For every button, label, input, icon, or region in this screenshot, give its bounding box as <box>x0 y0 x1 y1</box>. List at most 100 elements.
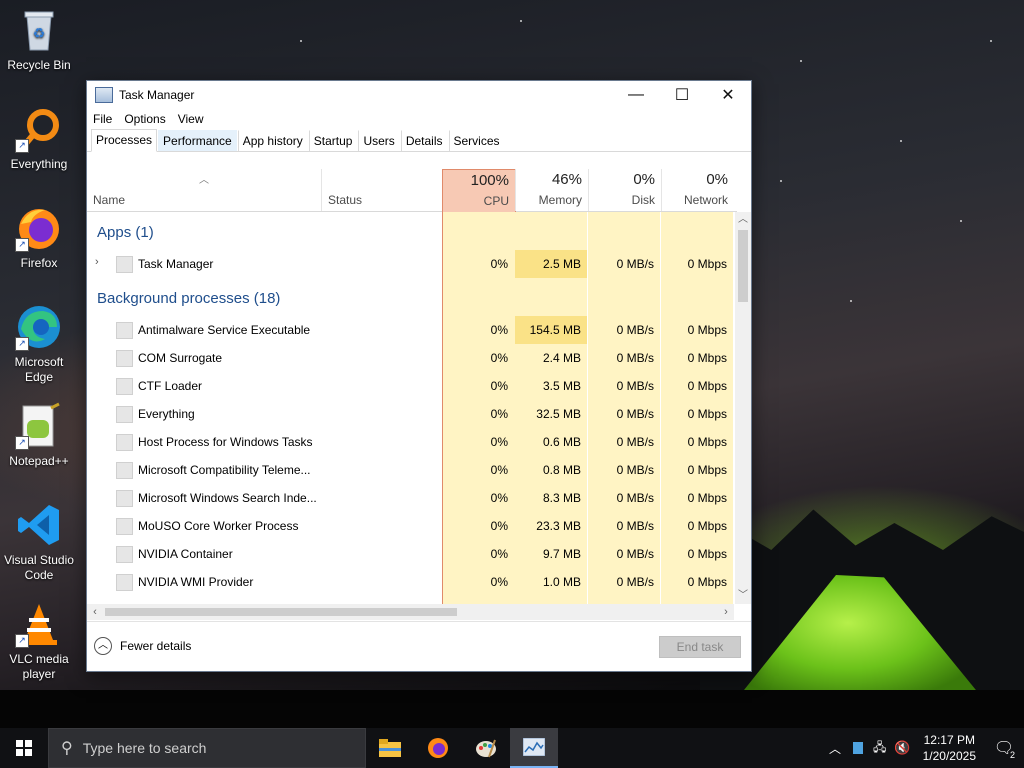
scrollbar-thumb[interactable] <box>738 230 748 302</box>
taskbar-firefox[interactable] <box>414 728 462 768</box>
taskbar-search-box[interactable]: ⚲ Type here to search <box>48 728 366 768</box>
scrollbar-thumb[interactable] <box>105 608 457 616</box>
end-task-button[interactable]: End task <box>659 636 741 658</box>
cpu-value: 0% <box>490 575 508 589</box>
group-header-apps[interactable]: Apps (1) <box>97 224 154 241</box>
cpu-value: 0% <box>490 351 508 365</box>
table-row[interactable]: Microsoft Compatibility Teleme... 0% 0.8 M… <box>87 456 734 484</box>
notepadpp-icon: ↗ <box>15 402 63 450</box>
shortcut-arrow-icon: ↗ <box>15 634 29 648</box>
fewer-details-button[interactable]: ︿ Fewer details <box>94 637 191 655</box>
network-value: 0 Mbps <box>687 379 727 393</box>
process-list: Apps (1) › Task Manager 0% 2.5 MB 0 MB/s… <box>87 212 734 604</box>
table-row[interactable]: Host Process for Windows Tasks 0% 0.6 MB 0 … <box>87 428 734 456</box>
show-hidden-icons-chevron-icon[interactable]: ︿ <box>829 740 841 757</box>
svg-text:♻: ♻ <box>33 25 46 41</box>
column-header-network[interactable]: 0% Network <box>661 169 734 211</box>
memory-value: 1.0 MB <box>542 575 581 589</box>
folder-icon <box>379 739 401 757</box>
network-value: 0 Mbps <box>687 435 727 449</box>
maximize-button[interactable]: ☐ <box>659 81 705 109</box>
network-value: 0 Mbps <box>687 491 727 505</box>
tray-app-icon[interactable] <box>853 742 864 754</box>
column-header-memory[interactable]: 46% Memory <box>515 169 588 211</box>
scroll-left-icon[interactable]: ‹ <box>87 604 103 620</box>
memory-value: 2.4 MB <box>542 351 581 365</box>
table-row[interactable]: Microsoft Windows Search Inde... 0% 8.3 MB… <box>87 484 734 512</box>
taskbar-task-manager[interactable] <box>510 728 558 768</box>
desktop-icon-vlc[interactable]: ↗ VLC media player <box>1 600 77 682</box>
desktop-icon-label: Everything <box>10 157 68 171</box>
table-row[interactable]: Antimalware Service Executable 0% 154.5 MB… <box>87 316 734 344</box>
desktop-icon-firefox[interactable]: ↗ Firefox <box>1 204 77 271</box>
table-row[interactable]: NVIDIA Container 0% 9.7 MB 0 MB/s 0 Mbps <box>87 540 734 568</box>
desktop-icon-label: Recycle Bin <box>7 58 71 72</box>
tab-users[interactable]: Users <box>358 130 400 151</box>
tab-performance[interactable]: Performance <box>158 130 237 151</box>
taskbar-file-explorer[interactable] <box>366 728 414 768</box>
memory-value: 8.3 MB <box>542 491 581 505</box>
column-label: CPU <box>483 194 509 208</box>
network-value: 0 Mbps <box>687 547 727 561</box>
scroll-right-icon[interactable]: › <box>718 604 734 620</box>
everything-search-icon: ↗ <box>15 105 63 153</box>
tab-services[interactable]: Services <box>448 130 505 151</box>
column-header-status[interactable]: Status <box>321 169 442 211</box>
tab-strip: Processes Performance App history Startu… <box>87 129 751 152</box>
start-button[interactable] <box>0 728 48 768</box>
volume-muted-icon[interactable]: 🔇 <box>894 740 910 756</box>
memory-value: 2.5 MB <box>542 257 581 271</box>
expand-chevron-icon[interactable]: › <box>95 256 99 268</box>
close-button[interactable]: ✕ <box>705 81 751 109</box>
menu-file[interactable]: File <box>93 112 112 126</box>
menu-view[interactable]: View <box>178 112 204 126</box>
scroll-down-icon[interactable]: ﹀ <box>735 588 751 604</box>
disk-value: 0 MB/s <box>616 575 654 589</box>
title-bar[interactable]: Task Manager — ☐ ✕ <box>87 81 751 109</box>
disk-value: 0 MB/s <box>616 323 654 337</box>
process-icon <box>116 350 133 367</box>
memory-value: 0.8 MB <box>542 463 581 477</box>
menu-bar: File Options View <box>87 109 751 129</box>
group-header-background[interactable]: Background processes (18) <box>97 290 280 307</box>
star <box>300 40 302 42</box>
vertical-scrollbar[interactable]: ︿ ﹀ <box>735 212 751 604</box>
desktop-icon-recycle-bin[interactable]: ♻ Recycle Bin <box>1 6 77 73</box>
process-name: Task Manager <box>138 257 214 271</box>
clock-time: 12:17 PM <box>923 733 975 747</box>
notifications-button[interactable]: 🗨 2 <box>984 728 1024 768</box>
network-value: 0 Mbps <box>687 575 727 589</box>
process-icon <box>116 406 133 423</box>
disk-value: 0 MB/s <box>616 351 654 365</box>
desktop-icon-notepadpp[interactable]: ↗ Notepad++ <box>1 402 77 469</box>
memory-value: 32.5 MB <box>536 407 581 421</box>
scroll-up-icon[interactable]: ︿ <box>735 212 751 228</box>
minimize-button[interactable]: — <box>613 81 659 109</box>
star <box>520 20 522 22</box>
desktop-icon-label: Microsoft Edge <box>14 355 64 384</box>
table-row[interactable]: COM Surrogate 0% 2.4 MB 0 MB/s 0 Mbps <box>87 344 734 372</box>
table-row[interactable]: › Task Manager 0% 2.5 MB 0 MB/s 0 Mbps <box>87 250 734 278</box>
clock[interactable]: 12:17 PM 1/20/2025 <box>923 732 976 764</box>
table-row[interactable]: MoUSO Core Worker Process 0% 23.3 MB 0 MB/s… <box>87 512 734 540</box>
table-row[interactable]: Everything 0% 32.5 MB 0 MB/s 0 Mbps <box>87 400 734 428</box>
tab-startup[interactable]: Startup <box>308 130 358 151</box>
table-row[interactable]: CTF Loader 0% 3.5 MB 0 MB/s 0 Mbps <box>87 372 734 400</box>
desktop-icon-vscode[interactable]: Visual Studio Code <box>1 501 77 583</box>
column-header-disk[interactable]: 0% Disk <box>588 169 661 211</box>
tab-processes[interactable]: Processes <box>91 129 158 152</box>
network-icon[interactable]: 🖧 <box>873 738 886 759</box>
process-icon <box>116 256 133 273</box>
desktop-icon-everything[interactable]: ↗ Everything <box>1 105 77 172</box>
taskbar-paint[interactable] <box>462 728 510 768</box>
shortcut-arrow-icon: ↗ <box>15 337 29 351</box>
desktop-icon-edge[interactable]: ↗ Microsoft Edge <box>1 303 77 385</box>
menu-options[interactable]: Options <box>124 112 165 126</box>
tab-details[interactable]: Details <box>400 130 448 151</box>
recycle-bin-icon: ♻ <box>15 6 63 54</box>
column-header-cpu[interactable]: 100% CPU <box>442 169 516 212</box>
process-icon <box>116 518 133 535</box>
horizontal-scrollbar[interactable]: ‹ › <box>87 604 734 620</box>
tab-app-history[interactable]: App history <box>237 130 308 151</box>
table-row[interactable]: NVIDIA WMI Provider 0% 1.0 MB 0 MB/s 0 Mbps <box>87 568 734 596</box>
